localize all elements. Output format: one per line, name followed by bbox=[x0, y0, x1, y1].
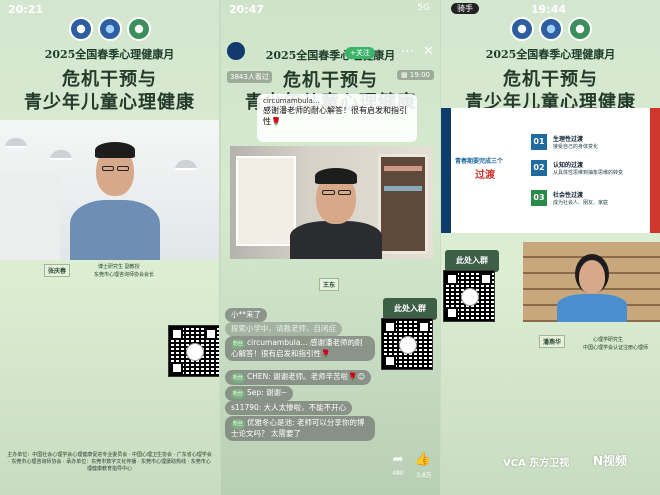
chat-message: s11790: 大人太惨啦，不能不开心 bbox=[225, 401, 353, 415]
stream-panel-1: 20:21 2025全国春季心理健康月 危机干预与 青少年儿童心理健康 张庆春 … bbox=[0, 0, 219, 495]
pinned-comment-card[interactable]: circumambula... 感谢潘老师的耐心解答！很有启发和指引性🌹 bbox=[257, 94, 417, 142]
group-qr-code[interactable] bbox=[168, 325, 219, 377]
speaker-figure bbox=[70, 120, 160, 260]
slide-item: 社会性过渡 成为社会人、朋友、家庭 bbox=[553, 190, 623, 206]
slide-item-desc: 成为社会人、朋友、家庭 bbox=[553, 200, 609, 206]
slide-item-number: 02 bbox=[531, 160, 547, 176]
join-group-label: 此处入群 bbox=[445, 250, 499, 272]
speaker-name-tag: 王东 bbox=[319, 278, 340, 291]
like-icon[interactable]: 👍 bbox=[413, 452, 433, 467]
group-qr-code[interactable] bbox=[443, 270, 495, 322]
logo-badge-icon bbox=[509, 17, 534, 41]
chat-text: Sep: 谢谢~ bbox=[247, 388, 288, 397]
speaker-caption-1: 博士研究生 副教授 bbox=[98, 264, 140, 270]
event-banner: 2025全国春季心理健康月 bbox=[485, 48, 616, 61]
stream-panel-2: 20:47 5G 2025全国春季心理健康月 +关注 ⋯ ✕ 3843人看过 ▦… bbox=[221, 0, 440, 495]
chat-text: circumambula... 感谢潘老师的耐心解答！很有启发和指引性🌹 bbox=[231, 338, 363, 358]
speaker-caption-2: 中国心理学会认证注册心理师 bbox=[583, 345, 649, 351]
logo-badge-icon bbox=[538, 17, 563, 41]
slide-heading: 青春期要完成三个 bbox=[455, 158, 504, 165]
slide-item-number: 01 bbox=[531, 134, 547, 150]
status-time: 20:21 bbox=[8, 3, 44, 16]
speaker-video bbox=[0, 120, 219, 260]
like-count: 3.8万 bbox=[416, 472, 432, 479]
share-count: 480 bbox=[392, 470, 404, 477]
chat-message: 探索小学中，请教老师，自闭症 bbox=[225, 322, 342, 336]
status-time: 20:47 bbox=[229, 3, 265, 16]
event-banner: 2025全国春季心理健康月 bbox=[44, 48, 175, 61]
slide-item: 认知的过渡 从具体性思维到抽象思维的转变 bbox=[553, 160, 623, 176]
chat-message: 粉丝 CHEN: 谢谢老师。老师辛苦啦🌹😊 bbox=[225, 370, 372, 385]
app-indicator[interactable]: 骑手 bbox=[451, 3, 479, 14]
chat-text: s11790: 大人太惨啦，不能不开心 bbox=[231, 403, 347, 412]
status-bar: 20:47 5G bbox=[221, 0, 440, 20]
page-title-line2: 青少年儿童心理健康 bbox=[24, 92, 195, 113]
speaker-caption-1: 心理学研究生 bbox=[593, 337, 624, 343]
watermark-right: N视频 bbox=[593, 454, 628, 468]
watermark-left: VCA 东方卫视 bbox=[503, 458, 570, 469]
organizer-footer: 主办单位：中国社会心理学会心理健康促进专业委员会 · 中国心理卫生协会 · 广东… bbox=[7, 452, 212, 472]
fan-badge: 粉丝 bbox=[231, 389, 246, 399]
logo-badge-icon bbox=[126, 17, 151, 41]
follow-button[interactable]: +关注 bbox=[345, 47, 375, 59]
chat-message: 粉丝 Sep: 谢谢~ bbox=[225, 386, 294, 401]
status-time: 19:44 bbox=[531, 3, 567, 16]
chat-message: 小**来了 bbox=[225, 308, 267, 322]
slide-item-title: 社会性过渡 bbox=[553, 192, 584, 199]
chat-text: 优雅冬心是池: 老师可以分享你的博士论文吗？ 太需要了 bbox=[231, 418, 365, 438]
fan-badge: 粉丝 bbox=[231, 419, 246, 429]
slide-item-title: 生理性过渡 bbox=[553, 136, 584, 143]
logo-badge-icon bbox=[97, 17, 122, 41]
close-icon[interactable]: ✕ bbox=[423, 44, 434, 59]
chat-message: 粉丝 优雅冬心是池: 老师可以分享你的博士论文吗？ 太需要了 bbox=[225, 416, 375, 441]
pinned-comment-text: 感谢潘老师的耐心解答！很有启发和指引性🌹 bbox=[263, 106, 407, 126]
chat-text: 小**来了 bbox=[231, 310, 261, 319]
speaker-video bbox=[523, 242, 660, 322]
signal-label: 5G bbox=[417, 3, 430, 13]
speaker-video bbox=[230, 146, 433, 259]
fan-badge: 粉丝 bbox=[231, 339, 246, 349]
presentation-slide: 青春期要完成三个 过渡 01 生理性过渡 接受自己的身体变化 02 认知的过渡 从具… bbox=[441, 108, 660, 233]
share-arrow-icon[interactable]: ➦ bbox=[389, 452, 407, 467]
organizer-logos bbox=[509, 17, 592, 41]
speaker-name-tag: 张庆春 bbox=[44, 264, 71, 277]
chat-message: 粉丝 circumambula... 感谢潘老师的耐心解答！很有启发和指引性🌹 bbox=[225, 336, 375, 361]
slide-item-desc: 从具体性思维到抽象思维的转变 bbox=[553, 170, 624, 176]
logo-badge-icon bbox=[68, 17, 93, 41]
pinned-user: circumambula... bbox=[263, 97, 320, 105]
slide-item: 生理性过渡 接受自己的身体变化 bbox=[553, 134, 598, 150]
fan-badge: 粉丝 bbox=[231, 373, 246, 383]
join-group-label: 此处入群 bbox=[383, 298, 437, 320]
slide-item-title: 认知的过渡 bbox=[553, 162, 584, 169]
organizer-logos bbox=[68, 17, 151, 41]
chat-text: 探索小学中，请教老师，自闭症 bbox=[231, 324, 336, 333]
share-icon[interactable]: ⋯ bbox=[401, 44, 414, 59]
slide-item-number: 03 bbox=[531, 190, 547, 206]
speaker-caption-2: 东莞市心理咨询师协会会长 bbox=[94, 272, 155, 278]
speaker-figure bbox=[557, 242, 627, 322]
group-qr-code[interactable] bbox=[381, 318, 433, 370]
slide-keyword: 过渡 bbox=[475, 170, 495, 181]
speaker-figure bbox=[290, 146, 382, 259]
stream-panel-3: 骑手 19:44 2025全国春季心理健康月 危机干预与 青少年儿童心理健康 青… bbox=[441, 0, 660, 495]
speaker-name-tag: 潘燕华 bbox=[539, 335, 566, 348]
slide-item-desc: 接受自己的身体变化 bbox=[553, 144, 599, 150]
chat-text: CHEN: 谢谢老师。老师辛苦啦🌹😊 bbox=[247, 372, 366, 381]
logo-badge-icon bbox=[567, 17, 592, 41]
